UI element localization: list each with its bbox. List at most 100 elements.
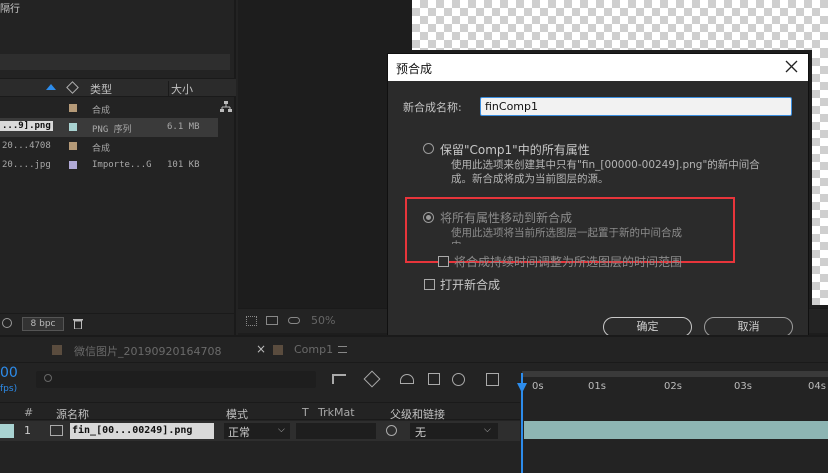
- fps-label: fps): [0, 384, 18, 394]
- tick-03s: 03s: [734, 381, 752, 392]
- transparency-canvas-right: [812, 50, 828, 305]
- search-icon: [44, 374, 52, 382]
- project-item-row[interactable]: 合成: [0, 99, 218, 118]
- header-trkmat[interactable]: TrkMat: [318, 406, 355, 419]
- adjust-duration-checkbox[interactable]: [438, 256, 449, 267]
- precompose-dialog: 预合成 新合成名称: finComp1 保留"Comp1"中的所有属性 使用此选…: [387, 53, 809, 352]
- open-new-comp-checkbox[interactable]: [424, 279, 435, 290]
- flow-icon[interactable]: [2, 318, 12, 328]
- open-new-comp-label[interactable]: 打开新合成: [440, 276, 500, 293]
- tab-wechat-image[interactable]: 微信图片_20190920164708: [74, 343, 221, 359]
- dialog-title: 预合成: [396, 62, 433, 76]
- sort-arrow-icon[interactable]: [46, 84, 56, 90]
- project-top-text: 隔行: [0, 4, 20, 15]
- option-keep-desc-line2: 成。新合成将成为当前图层的源。: [451, 173, 609, 185]
- option-keep-attributes-label[interactable]: 保留"Comp1"中的所有属性: [440, 141, 590, 158]
- time-ruler[interactable]: 0s 01s 02s 03s 04s: [522, 369, 828, 397]
- timeline-tab-bar: 微信图片_20190920164708 × Comp1: [0, 337, 828, 363]
- tab-color-chip: [52, 345, 62, 355]
- current-time[interactable]: 00: [0, 365, 18, 381]
- adjust-duration-label[interactable]: 将合成持续时间调整为所选图层的时间范围: [454, 253, 682, 270]
- footage-icon: [50, 425, 63, 436]
- item-size: 6.1 MB: [167, 122, 200, 132]
- timeline-tool-icons: [332, 370, 512, 389]
- option-keep-desc-line1: 使用此选项来创建其中只有"fin_[00000-00249].png"的新中间合: [451, 159, 760, 171]
- chevron-down-icon: ⌵: [278, 425, 285, 435]
- ok-button[interactable]: 确定: [603, 317, 692, 337]
- shy-layers-icon[interactable]: [400, 374, 414, 384]
- project-item-row[interactable]: 20....jpg Importe...G 101 KB: [0, 156, 218, 175]
- label-tag-icon[interactable]: [66, 81, 79, 94]
- trkmat-select[interactable]: [296, 423, 376, 439]
- pickwhip-icon[interactable]: [386, 425, 397, 436]
- new-comp-name-label: 新合成名称:: [403, 101, 462, 114]
- label-color-swatch: [69, 123, 77, 131]
- graph-editor-icon[interactable]: [486, 373, 499, 386]
- option-move-attributes-label[interactable]: 将所有属性移动到新合成: [440, 209, 572, 226]
- frame-blending-icon[interactable]: [428, 373, 440, 385]
- header-source-name[interactable]: 源名称: [56, 406, 89, 422]
- option-keep-attributes-radio[interactable]: [423, 143, 434, 154]
- layer-name[interactable]: fin_[00...00249].png: [70, 423, 214, 439]
- new-comp-name-value: finComp1: [485, 100, 539, 113]
- monitor-icon[interactable]: [266, 316, 278, 325]
- layer-duration-bar[interactable]: [524, 421, 828, 439]
- tick-01s: 01s: [588, 381, 606, 392]
- close-icon[interactable]: [785, 60, 798, 76]
- mode-select[interactable]: 正常 ⌵: [224, 423, 290, 439]
- cancel-button[interactable]: 取消: [704, 317, 793, 337]
- motion-blur-icon[interactable]: [452, 373, 465, 386]
- option-move-desc-line2: 中。: [451, 238, 472, 244]
- tick-0s: 0s: [532, 381, 544, 392]
- project-search-bar[interactable]: [0, 54, 230, 70]
- header-parent[interactable]: 父级和链接: [390, 406, 445, 422]
- mask-icon[interactable]: [288, 317, 300, 324]
- transparency-canvas: [412, 0, 828, 50]
- project-bottom-bar: 8 bpc: [0, 313, 236, 333]
- timeline-search-input[interactable]: [36, 371, 316, 388]
- layer-label-color[interactable]: [0, 424, 14, 438]
- tick-02s: 02s: [664, 381, 682, 392]
- trash-icon[interactable]: [73, 318, 83, 332]
- dialog-titlebar: 预合成: [388, 54, 808, 81]
- tab-menu-icon[interactable]: [338, 346, 347, 353]
- header-num: #: [24, 406, 34, 419]
- header-mode[interactable]: 模式: [226, 406, 248, 422]
- layer-number: 1: [24, 424, 31, 437]
- flowchart-icon[interactable]: [220, 101, 232, 113]
- tab-close-icon[interactable]: ×: [256, 342, 266, 356]
- item-name: 20...4708: [2, 141, 51, 151]
- item-type: PNG 序列: [92, 125, 132, 135]
- playhead-handle[interactable]: [517, 383, 527, 393]
- item-type: Importe...G: [92, 160, 152, 170]
- composition-mini-flowchart-icon[interactable]: [332, 374, 346, 384]
- bpc-badge[interactable]: 8 bpc: [22, 317, 64, 331]
- column-size[interactable]: 大小: [168, 81, 193, 97]
- layer-column-header: # 源名称 模式 T TrkMat 父级和链接: [0, 402, 520, 422]
- project-panel: 隔行 类型 大小 合成 ...9].png PNG 序列 6.1 MB 20..…: [0, 0, 236, 335]
- tab-comp1[interactable]: Comp1: [294, 343, 333, 356]
- draft-3d-icon[interactable]: [363, 370, 381, 388]
- mode-value: 正常: [228, 426, 250, 439]
- project-item-row[interactable]: 20...4708 合成: [0, 137, 218, 156]
- label-color-swatch: [69, 142, 77, 150]
- tick-04s: 04s: [808, 381, 826, 392]
- header-t[interactable]: T: [302, 406, 309, 419]
- item-name: 20....jpg: [2, 160, 51, 170]
- work-area-bar[interactable]: [522, 371, 828, 377]
- zoom-level[interactable]: 50%: [311, 314, 335, 327]
- layer-row[interactable]: 1 fin_[00...00249].png 正常 ⌵ 无 ⌵: [0, 421, 520, 441]
- option-move-desc-line1: 使用此选项将当前所选图层一起置于新的中间合成: [451, 227, 682, 239]
- column-type[interactable]: 类型: [90, 81, 112, 97]
- timeline-panel: 微信图片_20190920164708 × Comp1 00 fps) 0s 0…: [0, 335, 828, 473]
- region-icon[interactable]: [246, 316, 257, 326]
- new-comp-name-input[interactable]: finComp1: [480, 97, 792, 116]
- project-item-row[interactable]: ...9].png PNG 序列 6.1 MB: [0, 118, 218, 137]
- parent-select[interactable]: 无 ⌵: [410, 423, 498, 439]
- project-column-header: 类型 大小: [0, 78, 236, 97]
- chevron-down-icon: ⌵: [484, 425, 491, 435]
- option-move-attributes-radio[interactable]: [423, 212, 434, 223]
- parent-value: 无: [415, 426, 426, 439]
- item-type: 合成: [92, 106, 111, 116]
- label-color-swatch: [69, 161, 77, 169]
